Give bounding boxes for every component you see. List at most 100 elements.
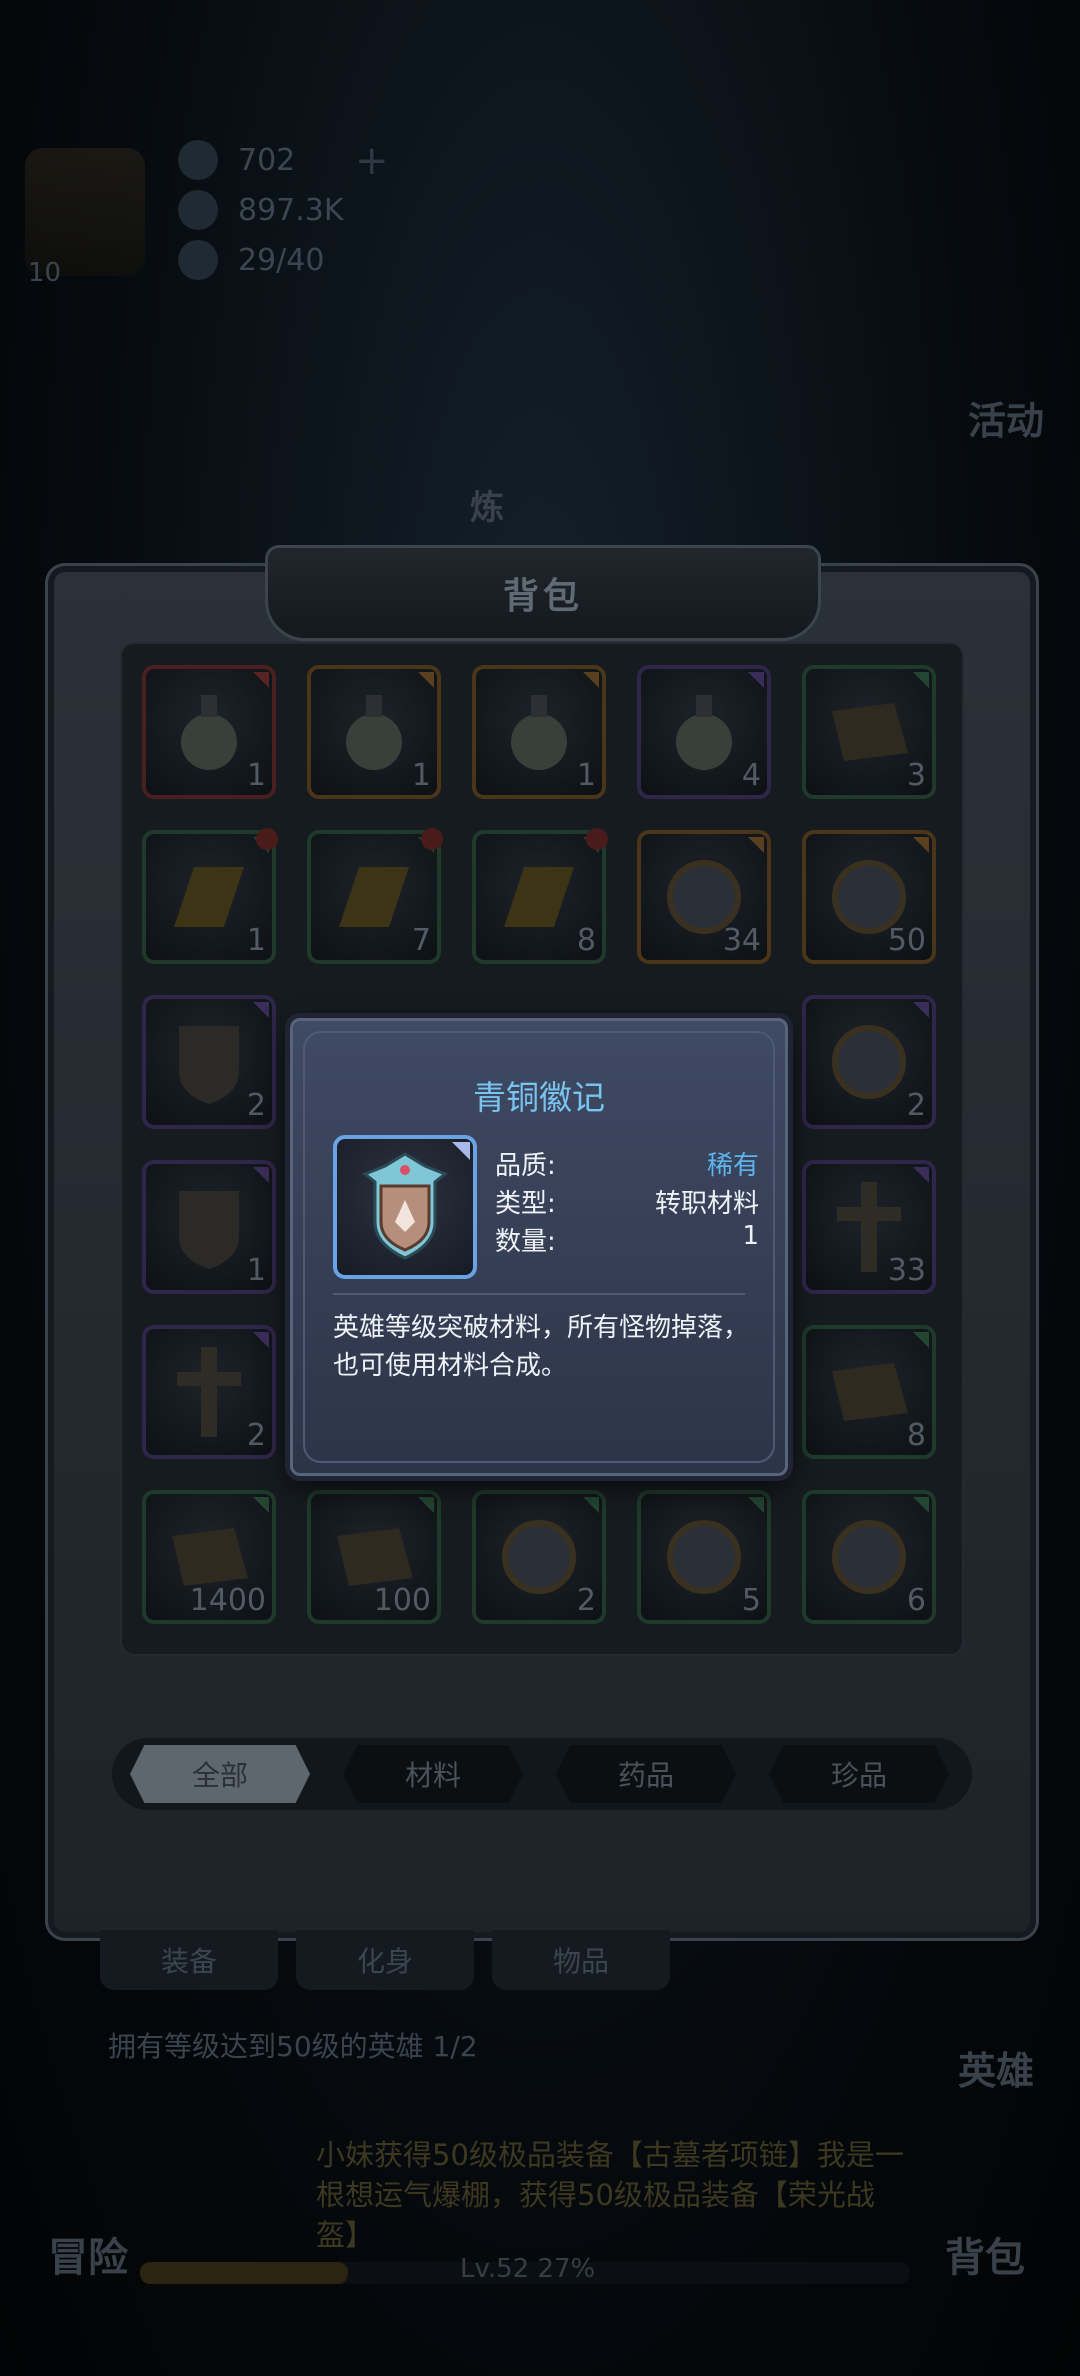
item-slot[interactable]: 8: [472, 828, 608, 964]
item-count: 2: [576, 1583, 596, 1618]
item-slot[interactable]: 3: [802, 665, 936, 799]
item-count: 33: [887, 1253, 926, 1288]
adventure-button[interactable]: 冒险: [48, 2225, 128, 2283]
add-diamond-button[interactable]: +: [355, 138, 389, 184]
type-row: 类型: 转职材料: [495, 1183, 759, 1220]
bronze-badge-icon: [179, 1191, 239, 1269]
rarity-corner: [253, 672, 269, 688]
tab-potions[interactable]: 药品: [556, 1745, 736, 1803]
backpack-button[interactable]: 背包: [945, 2225, 1025, 2283]
item-slot[interactable]: 1400: [142, 1490, 276, 1624]
player-avatar[interactable]: [25, 148, 145, 276]
tab-all[interactable]: 全部: [130, 1745, 310, 1803]
item-count: 7: [411, 923, 431, 958]
type-value: 转职材料: [654, 1189, 759, 1219]
item-slot[interactable]: 1: [307, 665, 441, 799]
popup-divider: [333, 1293, 745, 1295]
item-slot[interactable]: 4: [637, 665, 771, 799]
rarity-corner: [253, 1497, 269, 1513]
rarity-corner: [418, 1497, 434, 1513]
tab-treasures[interactable]: 珍品: [769, 1745, 949, 1803]
gold-nugget-icon: [504, 867, 574, 927]
item-slot[interactable]: 100: [307, 1490, 441, 1624]
level-progress-text: Lv.52 27%: [460, 2254, 596, 2284]
item-count: 2: [246, 1418, 266, 1453]
item-slot[interactable]: 50: [802, 830, 936, 964]
scroll-icon: [832, 703, 908, 761]
tab-materials[interactable]: 材料: [343, 1745, 523, 1803]
item-count: 1400: [189, 1583, 266, 1618]
quest-text[interactable]: 拥有等级达到50级的英雄 1/2: [108, 2025, 478, 2065]
item-slot[interactable]: 6: [802, 1490, 936, 1624]
item-detail-popup[interactable]: 青铜徽记 品质: 稀有 类型: 转职材料 数量: 1 英雄等级突破材料，所有怪物…: [290, 1018, 788, 1476]
tab-items[interactable]: 物品: [492, 1930, 670, 1990]
parchment-icon: [172, 1528, 248, 1586]
item-slot[interactable]: 1: [142, 1160, 276, 1294]
new-item-dot: [421, 828, 443, 850]
bronze-badge-graphic: [362, 1152, 448, 1260]
level-progress-fill: [140, 2262, 348, 2284]
item-count: 5: [741, 1583, 761, 1618]
red-rune-orb-icon: [502, 1520, 576, 1594]
broadcast-marquee: 小妹获得50级极品装备【古墓者项链】我是一根想运气爆棚，获得50级极品装备【荣光…: [316, 2138, 904, 2252]
rarity-corner: [253, 1332, 269, 1348]
item-slot[interactable]: 8: [802, 1325, 936, 1459]
hero-button[interactable]: 英雄: [958, 2040, 1034, 2095]
item-slot[interactable]: 34: [637, 830, 771, 964]
backpack-title-banner: 背包: [265, 545, 821, 641]
item-slot[interactable]: 1: [472, 665, 606, 799]
quality-row: 品质: 稀有: [495, 1145, 759, 1182]
item-count: 8: [576, 923, 596, 958]
bronze-cross-icon: [177, 1347, 241, 1437]
quantity-row: 数量: 1: [495, 1221, 759, 1258]
rarity-corner: [913, 1497, 929, 1513]
tab-avatar[interactable]: 化身: [296, 1930, 474, 1990]
rarity-corner: [452, 1142, 470, 1160]
item-slot[interactable]: 2: [142, 1325, 276, 1459]
diamond-icon: [178, 140, 218, 180]
rarity-corner: [748, 837, 764, 853]
forge-button[interactable]: 炼: [470, 480, 504, 529]
rarity-corner: [583, 1497, 599, 1513]
activity-button[interactable]: 活动: [968, 390, 1044, 445]
item-slot[interactable]: 2: [802, 995, 936, 1129]
item-slot[interactable]: 7: [307, 828, 443, 964]
item-count: 1: [576, 758, 596, 793]
item-count: 2: [906, 1088, 926, 1123]
gold-bar-large-icon: [174, 867, 244, 927]
bronze-badge-icon: [333, 1135, 477, 1279]
item-slot[interactable]: 33: [802, 1160, 936, 1294]
quantity-value: 1: [742, 1221, 759, 1251]
item-count: 34: [722, 923, 761, 958]
gold-shield-badge-icon: [179, 1026, 239, 1104]
rarity-corner: [748, 672, 764, 688]
rarity-corner: [253, 1002, 269, 1018]
new-item-dot: [256, 828, 278, 850]
popup-item-name: 青铜徽记: [473, 1078, 605, 1117]
new-item-dot: [586, 828, 608, 850]
item-count: 4: [741, 758, 761, 793]
blue-rune-orb-icon: [832, 1520, 906, 1594]
rarity-corner: [913, 1167, 929, 1183]
tab-equipment[interactable]: 装备: [100, 1930, 278, 1990]
rarity-corner: [748, 1497, 764, 1513]
item-slot[interactable]: 1: [142, 828, 278, 964]
rarity-corner: [913, 672, 929, 688]
item-count: 6: [906, 1583, 926, 1618]
stamina-value: 29/40: [238, 242, 325, 278]
item-count: 1: [246, 923, 266, 958]
stamina-icon: [178, 240, 218, 280]
item-count: 1: [246, 758, 266, 793]
backpack-title: 背包: [502, 576, 583, 617]
diamond-value: 702: [238, 142, 296, 178]
item-count: 100: [373, 1583, 431, 1618]
item-slot[interactable]: 2: [142, 995, 276, 1129]
rarity-corner: [253, 1167, 269, 1183]
item-slot[interactable]: 5: [637, 1490, 771, 1624]
blue-potion-icon: [346, 695, 402, 770]
item-count: 8: [906, 1418, 926, 1453]
gold-counter: 897.3K: [178, 190, 344, 230]
item-slot[interactable]: 2: [472, 1490, 606, 1624]
item-slot[interactable]: 1: [142, 665, 276, 799]
stamina-counter: 29/40: [178, 240, 324, 280]
